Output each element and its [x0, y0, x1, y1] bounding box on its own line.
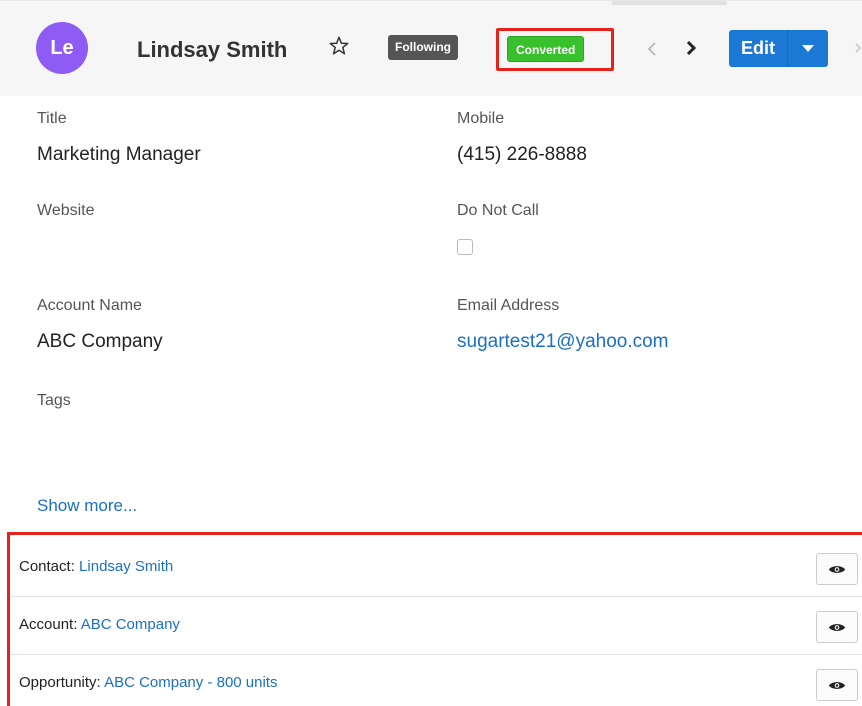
converted-opportunity-link[interactable]: ABC Company - 800 units [104, 674, 277, 691]
avatar: Le [36, 22, 88, 74]
converted-type-label: Account: [19, 616, 78, 633]
converted-account-text: Account: ABC Company [19, 616, 180, 633]
converted-contact-text: Contact: Lindsay Smith [19, 558, 173, 575]
edit-button[interactable]: Edit [729, 30, 788, 67]
converted-contact-row: Contact: Lindsay Smith [10, 540, 862, 597]
converted-opportunity-row: Opportunity: ABC Company - 800 units [10, 656, 862, 706]
eye-icon [828, 681, 846, 689]
converted-badge: Converted [507, 36, 585, 62]
title-label: Title [37, 110, 67, 127]
converted-contact-link[interactable]: Lindsay Smith [79, 558, 173, 575]
overflow-chevron-icon[interactable] [853, 41, 862, 55]
caret-down-icon [802, 45, 814, 52]
converted-type-label: Contact: [19, 558, 75, 575]
header-divider [612, 1, 727, 5]
website-label: Website [37, 202, 95, 219]
eye-icon [828, 623, 846, 631]
email-label: Email Address [457, 297, 560, 314]
account-name-label: Account Name [37, 297, 142, 314]
chevron-left-icon[interactable] [644, 37, 660, 61]
preview-button[interactable] [816, 553, 858, 585]
chevron-right-icon[interactable] [683, 36, 699, 60]
record-header: Le Lindsay Smith Following Converted Edi… [0, 0, 862, 96]
title-value[interactable]: Marketing Manager [37, 144, 201, 166]
star-icon[interactable] [328, 35, 350, 57]
account-name-value[interactable]: ABC Company [37, 331, 163, 353]
email-link[interactable]: sugartest21@yahoo.com [457, 331, 669, 353]
edit-button-group: Edit [729, 30, 828, 67]
converted-type-label: Opportunity: [19, 674, 101, 691]
tags-label: Tags [37, 392, 71, 409]
mobile-label: Mobile [457, 110, 505, 127]
preview-button[interactable] [816, 611, 858, 643]
converted-opportunity-text: Opportunity: ABC Company - 800 units [19, 674, 277, 691]
mobile-value[interactable]: (415) 226-8888 [457, 144, 587, 166]
following-badge[interactable]: Following [388, 35, 458, 60]
do-not-call-checkbox[interactable] [457, 239, 473, 255]
record-name: Lindsay Smith [137, 37, 288, 62]
do-not-call-label: Do Not Call [457, 202, 539, 219]
show-more-link[interactable]: Show more... [37, 496, 137, 516]
eye-icon [828, 565, 846, 573]
converted-account-row: Account: ABC Company [10, 598, 862, 655]
converted-account-link[interactable]: ABC Company [81, 616, 180, 633]
edit-dropdown-toggle[interactable] [788, 30, 828, 67]
preview-button[interactable] [816, 669, 858, 701]
